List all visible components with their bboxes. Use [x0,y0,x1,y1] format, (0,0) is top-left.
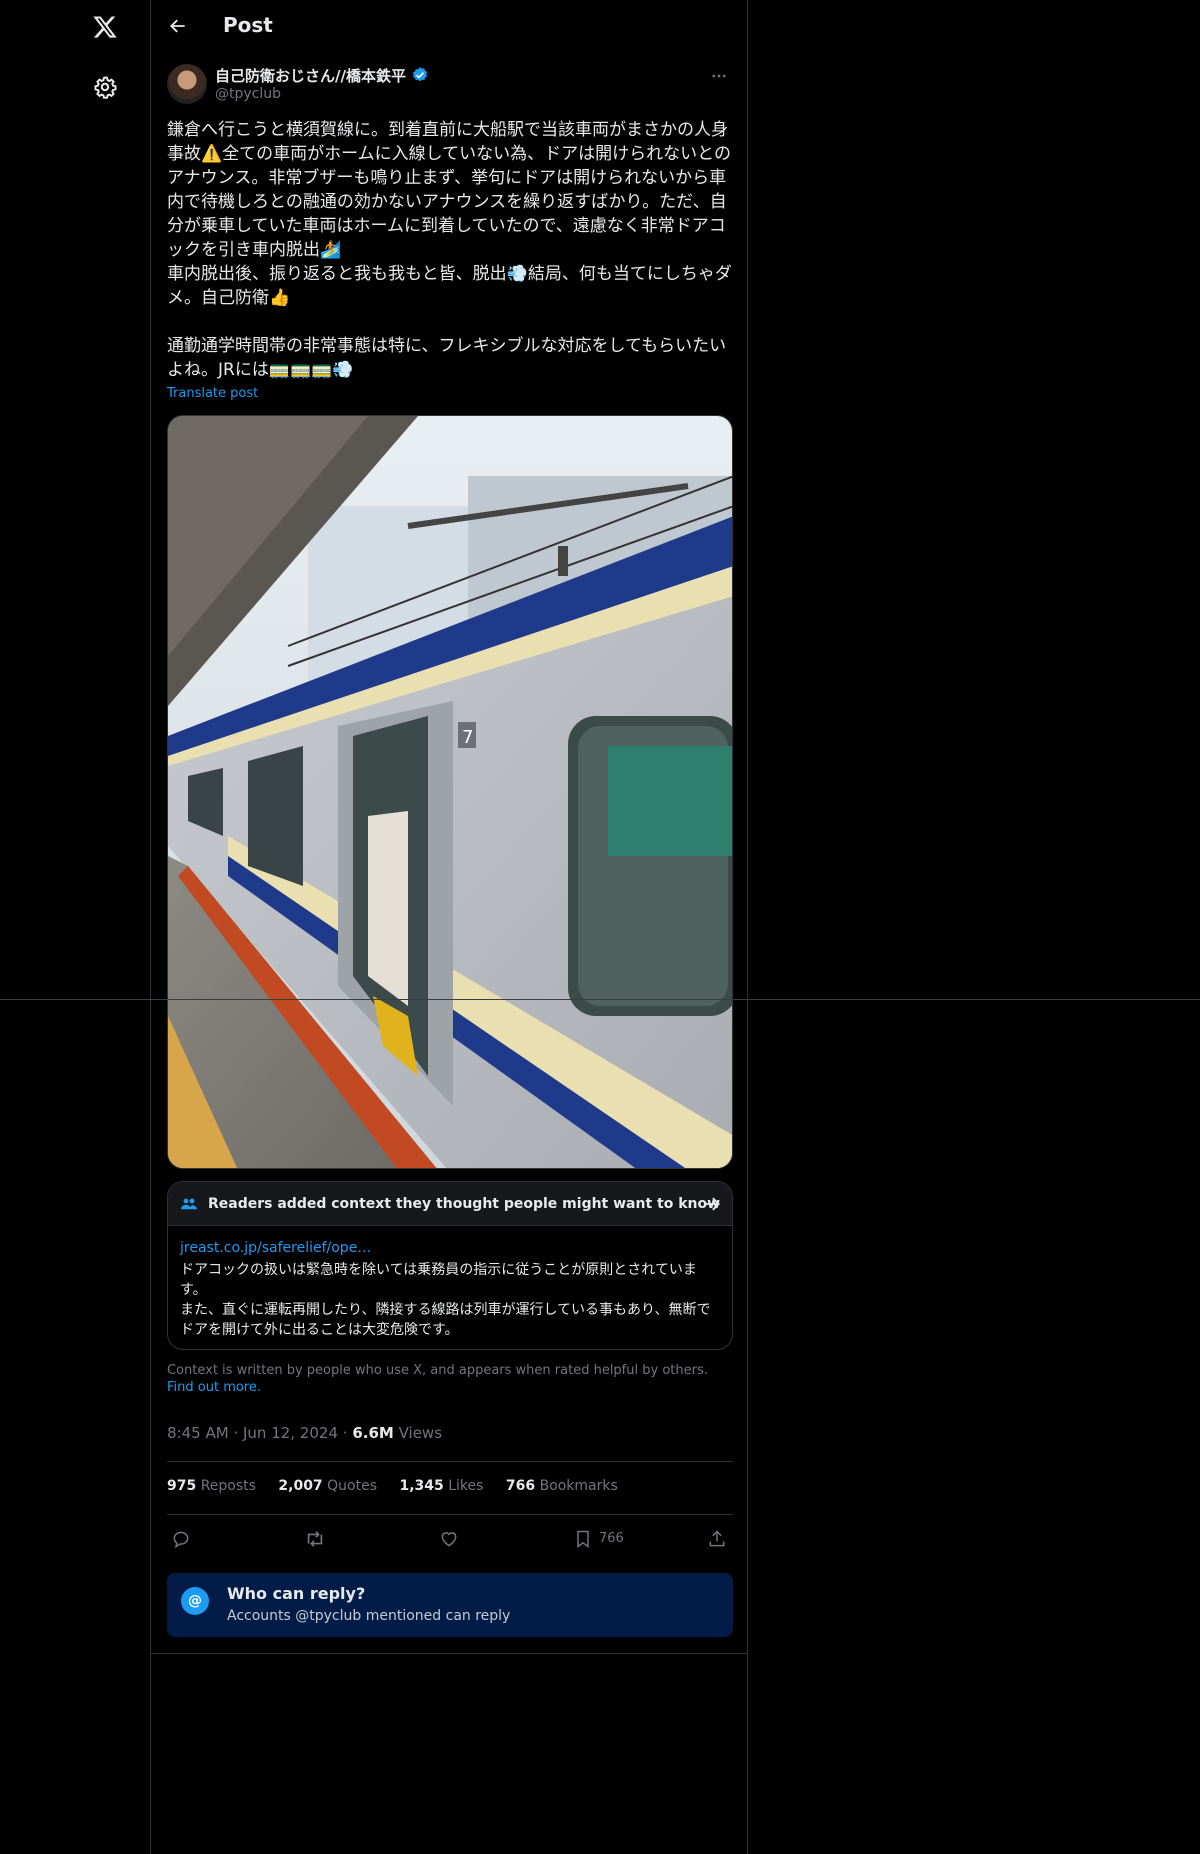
divider [151,1653,747,1654]
share-button[interactable] [705,1527,729,1551]
repost-button[interactable] [303,1527,327,1551]
viewport-divider [0,999,1200,1000]
reply-icon [173,1531,189,1549]
left-nav [0,0,150,1854]
mention-icon: @ [181,1587,209,1615]
page-title: Post [223,13,273,37]
x-logo-icon[interactable] [88,10,122,44]
repost-icon [307,1531,323,1547]
divider [167,1461,733,1462]
avatar[interactable] [167,64,207,104]
author-handle[interactable]: @tpyclub [215,86,281,102]
more-icon [712,74,726,78]
svg-text:7: 7 [462,727,473,748]
context-disclaimer: Context is written by people who use X, … [167,1363,708,1378]
arrow-left-icon [170,19,185,33]
post-actions: 766 [167,1524,733,1554]
post-header: Post [151,0,747,53]
back-button[interactable] [161,9,195,43]
likes-stat[interactable]: 1,345 Likes [399,1478,483,1494]
community-note-header[interactable]: Readers added context they thought peopl… [168,1182,732,1226]
post-time[interactable]: 8:45 AM [167,1424,229,1442]
like-button[interactable] [437,1527,461,1551]
author-name[interactable]: 自己防衛おじさん//橋本鉄平 [215,65,406,86]
bookmarks-stat[interactable]: 766 Bookmarks [506,1478,618,1494]
people-icon [181,1198,197,1210]
community-note[interactable]: Readers added context they thought peopl… [167,1181,733,1350]
share-icon [709,1530,725,1547]
views-count: 6.6M [352,1424,394,1442]
community-note-footer: Context is written by people who use X, … [167,1362,733,1396]
reposts-stat[interactable]: 975 Reposts [167,1478,256,1494]
bookmark-button[interactable] [571,1527,595,1551]
translate-post-link[interactable]: Translate post [167,386,258,401]
post-text: 鎌倉へ行こうと横須賀線に。到着直前に大船駅で当該車両がまさかの人身事故⚠️全ての… [167,120,732,380]
post-meta: 8:45 AM · Jun 12, 2024 · 6.6M Views [167,1424,443,1442]
more-options-button[interactable] [707,64,731,88]
community-note-title: Readers added context they thought peopl… [208,1196,721,1212]
views-label: Views [398,1424,443,1442]
post-author: 自己防衛おじさん//橋本鉄平 @tpyclub [167,64,731,108]
quotes-stat[interactable]: 2,007 Quotes [278,1478,377,1494]
reply-button[interactable] [169,1527,193,1551]
community-note-link[interactable]: jreast.co.jp/saferelief/ope… [180,1240,371,1256]
divider [167,1514,733,1515]
post-stats: 975 Reposts 2,007 Quotes 1,345 Likes 766… [167,1478,636,1494]
bookmark-count: 766 [599,1531,624,1546]
arrow-right-icon[interactable] [702,1194,722,1214]
post-image[interactable]: 7 [167,415,733,1169]
gear-icon[interactable] [88,70,122,104]
post-column: Post 自己防衛おじさん//橋本鉄平 @tpyclub 鎌倉へ行こうと横須賀線… [150,0,748,1854]
find-out-more-link[interactable]: Find out more. [167,1380,261,1395]
who-can-reply-banner: @ Who can reply? Accounts @tpyclub menti… [167,1573,733,1637]
community-note-body: ドアコックの扱いは緊急時を除いては乗務員の指示に従うことが原則とされています。 … [180,1262,711,1338]
post-date[interactable]: Jun 12, 2024 [243,1424,338,1442]
who-can-reply-subtitle: Accounts @tpyclub mentioned can reply [227,1608,511,1624]
bookmark-icon [577,1530,589,1548]
heart-icon [441,1532,457,1547]
who-can-reply-title: Who can reply? [227,1584,366,1603]
verified-badge-icon [412,67,428,82]
